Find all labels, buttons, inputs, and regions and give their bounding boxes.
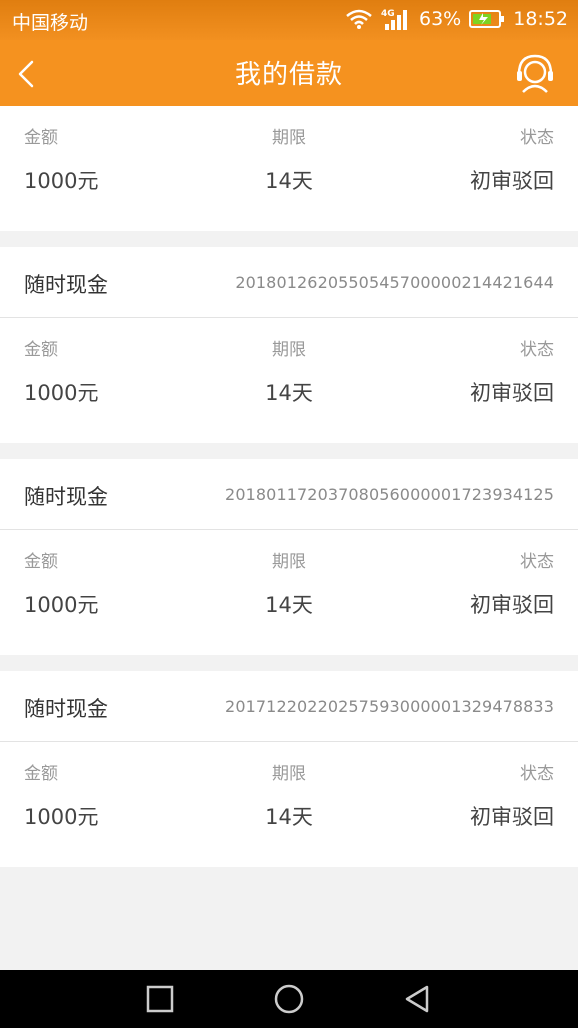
- loan-card-header[interactable]: 随时现金 20171220220257593000001329478833: [0, 671, 578, 742]
- loan-card-body[interactable]: 金额 1000元 期限 14天 状态 初审驳回: [0, 530, 578, 655]
- status-value: 初审驳回: [470, 805, 554, 829]
- clock: 18:52: [513, 8, 568, 30]
- product-name: 随时现金: [24, 697, 108, 721]
- status-column: 状态 初审驳回: [470, 759, 554, 831]
- status-label: 状态: [520, 128, 554, 148]
- loan-card-body[interactable]: 金额 1000元 期限 14天 状态 初审驳回: [0, 106, 578, 231]
- carrier-name: 中国移动: [12, 12, 89, 34]
- order-number: 20180117203708056000001723934125: [225, 485, 554, 504]
- battery-charging-icon: [469, 10, 505, 28]
- status-label: 状态: [520, 340, 554, 360]
- card-divider: [0, 867, 578, 883]
- svg-text:4G: 4G: [381, 9, 395, 19]
- product-name: 随时现金: [24, 485, 108, 509]
- wifi-icon: [346, 9, 372, 29]
- back-icon[interactable]: [403, 984, 433, 1014]
- page-title: 我的借款: [234, 60, 343, 90]
- app-header: 我的借款: [0, 40, 578, 106]
- battery-percent: 63%: [419, 8, 462, 30]
- home-icon[interactable]: [274, 984, 304, 1014]
- status-label: 状态: [520, 552, 554, 572]
- card-divider: [0, 443, 578, 459]
- loan-card-header[interactable]: 随时现金 2018012620550545700000214421644: [0, 247, 578, 318]
- status-value: 初审驳回: [470, 169, 554, 193]
- signal-icon: 4G: [381, 9, 407, 30]
- card-divider: [0, 655, 578, 671]
- status-column: 状态 初审驳回: [470, 335, 554, 407]
- card-divider: [0, 231, 578, 247]
- status-column: 状态 初审驳回: [470, 123, 554, 195]
- loan-card-body[interactable]: 金额 1000元 期限 14天 状态 初审驳回: [0, 318, 578, 443]
- loan-card-header[interactable]: 随时现金 20180117203708056000001723934125: [0, 459, 578, 530]
- status-value: 初审驳回: [470, 381, 554, 405]
- recent-apps-icon[interactable]: [145, 984, 175, 1014]
- customer-service-icon[interactable]: [514, 52, 556, 94]
- product-name: 随时现金: [24, 273, 108, 297]
- order-number: 2018012620550545700000214421644: [235, 273, 554, 292]
- loan-card-body[interactable]: 金额 1000元 期限 14天 状态 初审驳回: [0, 742, 578, 867]
- status-label: 状态: [520, 764, 554, 784]
- status-indicators: 4G 63% 18:52: [345, 7, 568, 31]
- status-column: 状态 初审驳回: [470, 547, 554, 619]
- status-bar: 中国移动 4G 63% 18:52: [0, 0, 578, 40]
- system-nav-bar: [0, 970, 578, 1028]
- status-value: 初审驳回: [470, 593, 554, 617]
- loan-list: 金额 1000元 期限 14天 状态 初审驳回 随时现金 20180126205…: [0, 106, 578, 883]
- order-number: 20171220220257593000001329478833: [225, 697, 554, 716]
